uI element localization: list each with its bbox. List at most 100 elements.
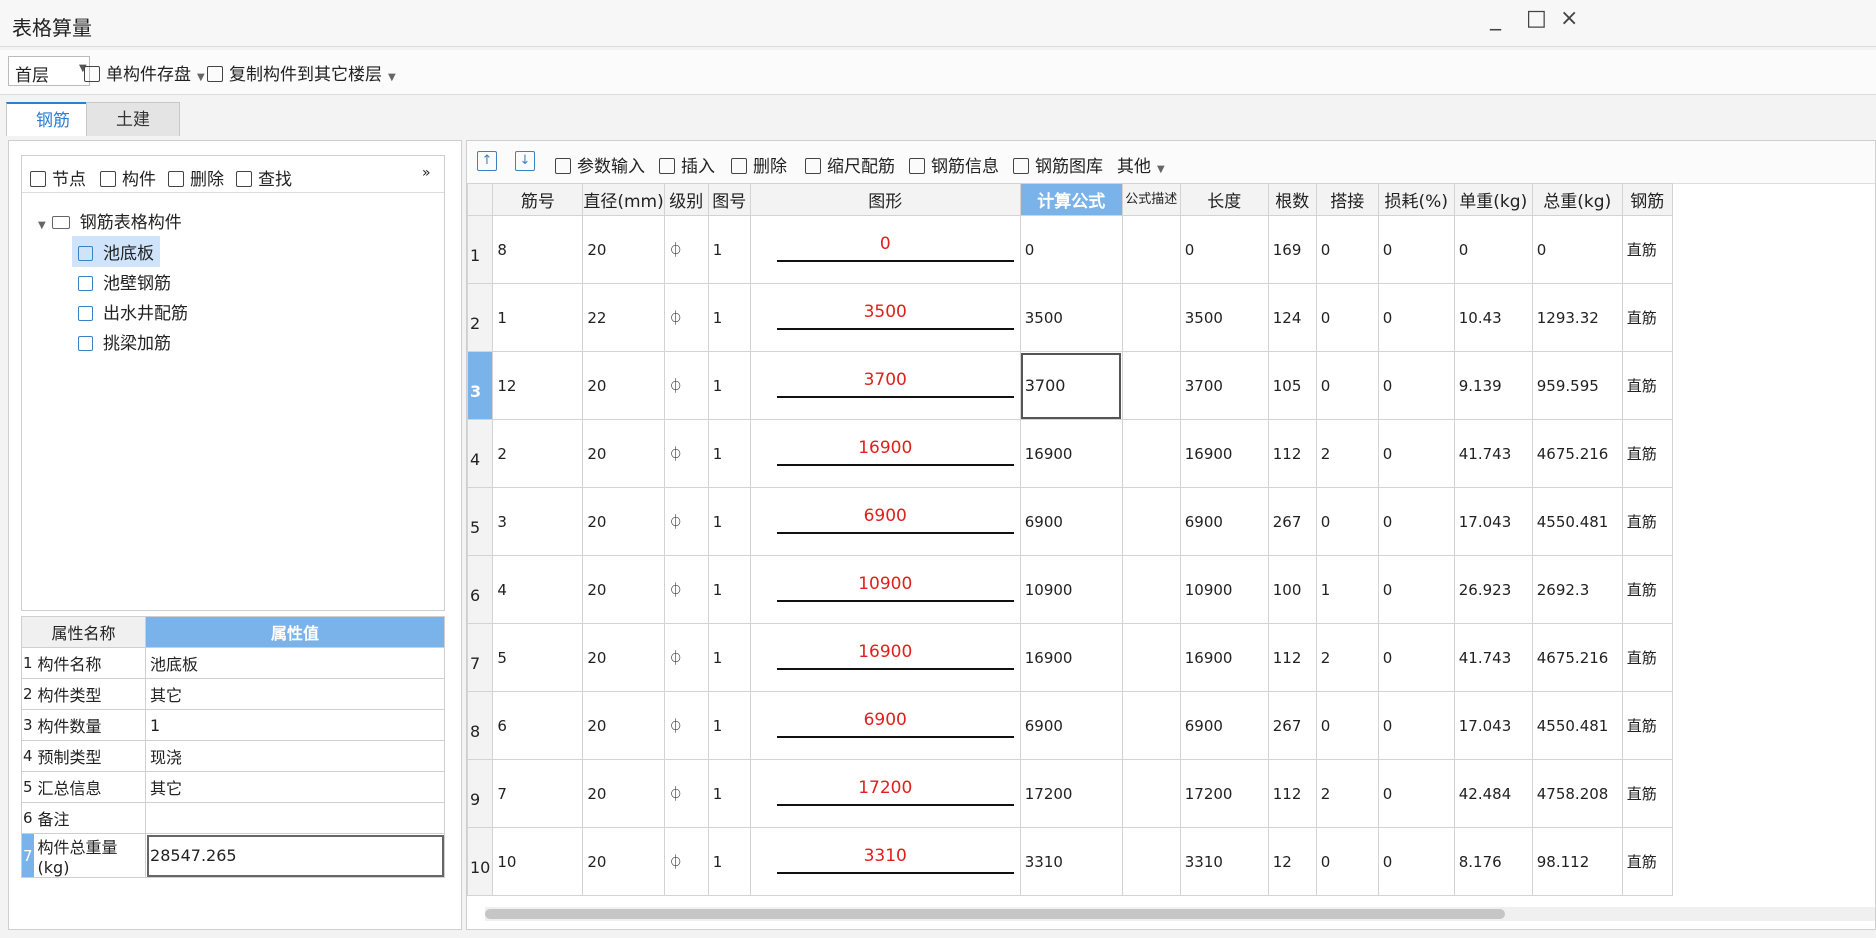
move-down-button[interactable]: ↓: [515, 151, 535, 171]
cell-fig-no[interactable]: 1: [707, 623, 751, 692]
col-lap[interactable]: 搭接: [1315, 183, 1379, 216]
cell-length[interactable]: 6900: [1179, 487, 1269, 556]
cell-loss[interactable]: 0: [1377, 827, 1455, 896]
cell-unit-weight[interactable]: 41.743: [1453, 623, 1533, 692]
property-value[interactable]: 28547.265: [145, 833, 445, 878]
cell-unit-weight[interactable]: 42.484: [1453, 759, 1533, 828]
row-number[interactable]: 2: [467, 283, 494, 352]
cell-loss[interactable]: 0: [1377, 215, 1455, 284]
insert-button[interactable]: 插入: [659, 152, 715, 177]
cell-shape[interactable]: 16900: [749, 623, 1021, 692]
cell-diameter[interactable]: 20: [582, 215, 665, 284]
cell-total-weight[interactable]: 0: [1531, 215, 1623, 284]
cell-diameter[interactable]: 20: [582, 555, 665, 624]
cell-lap[interactable]: 0: [1315, 215, 1379, 284]
cell-formula-desc[interactable]: [1121, 691, 1181, 760]
cell-bar-no[interactable]: 10: [492, 827, 584, 896]
cell-loss[interactable]: 0: [1377, 691, 1455, 760]
cell-loss[interactable]: 0: [1377, 419, 1455, 488]
cell-grade[interactable]: ⏀: [663, 623, 709, 692]
cell-diameter[interactable]: 20: [582, 623, 665, 692]
col-length[interactable]: 长度: [1179, 183, 1269, 216]
col-bar-no[interactable]: 筋号: [492, 183, 584, 216]
row-number[interactable]: 10: [467, 827, 494, 896]
cell-count[interactable]: 112: [1267, 419, 1317, 488]
cell-unit-weight[interactable]: 26.923: [1453, 555, 1533, 624]
cell-type[interactable]: 直筋: [1621, 555, 1673, 624]
cell-grade[interactable]: ⏀: [663, 215, 709, 284]
copy-to-floors-button[interactable]: 复制构件到其它楼层 ▼: [207, 60, 396, 85]
tab-civil[interactable]: 土建: [86, 102, 180, 136]
col-type[interactable]: 钢筋: [1621, 183, 1673, 216]
tree-root[interactable]: ▼ 钢筋表格构件: [38, 208, 182, 233]
cell-diameter[interactable]: 20: [582, 487, 665, 556]
cell-grade[interactable]: ⏀: [663, 691, 709, 760]
tree-item-tiaoliang[interactable]: 挑梁加筋: [78, 329, 171, 354]
cell-count[interactable]: 100: [1267, 555, 1317, 624]
cell-type[interactable]: 直筋: [1621, 215, 1673, 284]
rebar-library-button[interactable]: 钢筋图库: [1013, 152, 1103, 177]
cell-count[interactable]: 169: [1267, 215, 1317, 284]
table-row[interactable]: 9 7 20 ⏀ 1 17200 17200 17200 112 2 0 42.484 4758.208…: [467, 759, 1673, 828]
property-value[interactable]: 1: [145, 709, 445, 741]
cell-bar-no[interactable]: 8: [492, 215, 584, 284]
cell-formula[interactable]: 0: [1019, 215, 1123, 284]
cell-diameter[interactable]: 20: [582, 827, 665, 896]
tree-item-chidiban[interactable]: 池底板: [72, 236, 160, 267]
cell-shape[interactable]: 16900: [749, 419, 1021, 488]
cell-type[interactable]: 直筋: [1621, 759, 1673, 828]
cell-length[interactable]: 16900: [1179, 623, 1269, 692]
cell-loss[interactable]: 0: [1377, 283, 1455, 352]
cell-formula-desc[interactable]: [1121, 215, 1181, 284]
cell-total-weight[interactable]: 959.595: [1531, 351, 1623, 420]
row-number[interactable]: 3: [467, 351, 494, 420]
cell-formula-desc[interactable]: [1121, 827, 1181, 896]
col-shape[interactable]: 图形: [749, 183, 1021, 216]
cell-bar-no[interactable]: 4: [492, 555, 584, 624]
cell-formula[interactable]: 6900: [1019, 487, 1123, 556]
cell-lap[interactable]: 2: [1315, 759, 1379, 828]
row-number[interactable]: 6: [467, 555, 494, 624]
col-grade[interactable]: 级别: [663, 183, 709, 216]
cell-fig-no[interactable]: 1: [707, 555, 751, 624]
cell-formula[interactable]: 3700: [1019, 351, 1123, 420]
cell-formula[interactable]: 16900: [1019, 623, 1123, 692]
cell-shape[interactable]: 6900: [749, 487, 1021, 556]
tree-item-chibi[interactable]: 池壁钢筋: [78, 269, 171, 294]
cell-length[interactable]: 17200: [1179, 759, 1269, 828]
other-menu-button[interactable]: 其他 ▼: [1117, 152, 1165, 177]
cell-unit-weight[interactable]: 10.43: [1453, 283, 1533, 352]
maximize-button[interactable]: □: [1526, 6, 1547, 31]
cell-fig-no[interactable]: 1: [707, 283, 751, 352]
cell-loss[interactable]: 0: [1377, 759, 1455, 828]
cell-fig-no[interactable]: 1: [707, 215, 751, 284]
add-node-button[interactable]: 节点: [30, 165, 86, 190]
cell-formula[interactable]: 3310: [1019, 827, 1123, 896]
cell-shape[interactable]: 6900: [749, 691, 1021, 760]
cell-formula-desc[interactable]: [1121, 487, 1181, 556]
cell-total-weight[interactable]: 4550.481: [1531, 691, 1623, 760]
table-row[interactable]: 7 5 20 ⏀ 1 16900 16900 16900 112 2 0 41.743 4675.216…: [467, 623, 1673, 692]
cell-bar-no[interactable]: 6: [492, 691, 584, 760]
rebar-info-button[interactable]: 钢筋信息: [909, 152, 999, 177]
cell-unit-weight[interactable]: 9.139: [1453, 351, 1533, 420]
cell-length[interactable]: 6900: [1179, 691, 1269, 760]
cell-bar-no[interactable]: 1: [492, 283, 584, 352]
cell-diameter[interactable]: 22: [582, 283, 665, 352]
cell-total-weight[interactable]: 4758.208: [1531, 759, 1623, 828]
cell-grade[interactable]: ⏀: [663, 283, 709, 352]
cell-length[interactable]: 10900: [1179, 555, 1269, 624]
cell-fig-no[interactable]: 1: [707, 351, 751, 420]
cell-length[interactable]: 3700: [1179, 351, 1269, 420]
cell-grade[interactable]: ⏀: [663, 555, 709, 624]
cell-unit-weight[interactable]: 17.043: [1453, 487, 1533, 556]
cell-shape[interactable]: 10900: [749, 555, 1021, 624]
cell-grade[interactable]: ⏀: [663, 487, 709, 556]
property-value[interactable]: 现浇: [145, 740, 445, 772]
cell-formula-desc[interactable]: [1121, 419, 1181, 488]
cell-loss[interactable]: 0: [1377, 623, 1455, 692]
table-row[interactable]: 3 12 20 ⏀ 1 3700 3700 3700 105 0 0 9.139 959.595 直筋: [467, 351, 1673, 420]
cell-type[interactable]: 直筋: [1621, 351, 1673, 420]
cell-formula[interactable]: 6900: [1019, 691, 1123, 760]
cell-total-weight[interactable]: 1293.32: [1531, 283, 1623, 352]
